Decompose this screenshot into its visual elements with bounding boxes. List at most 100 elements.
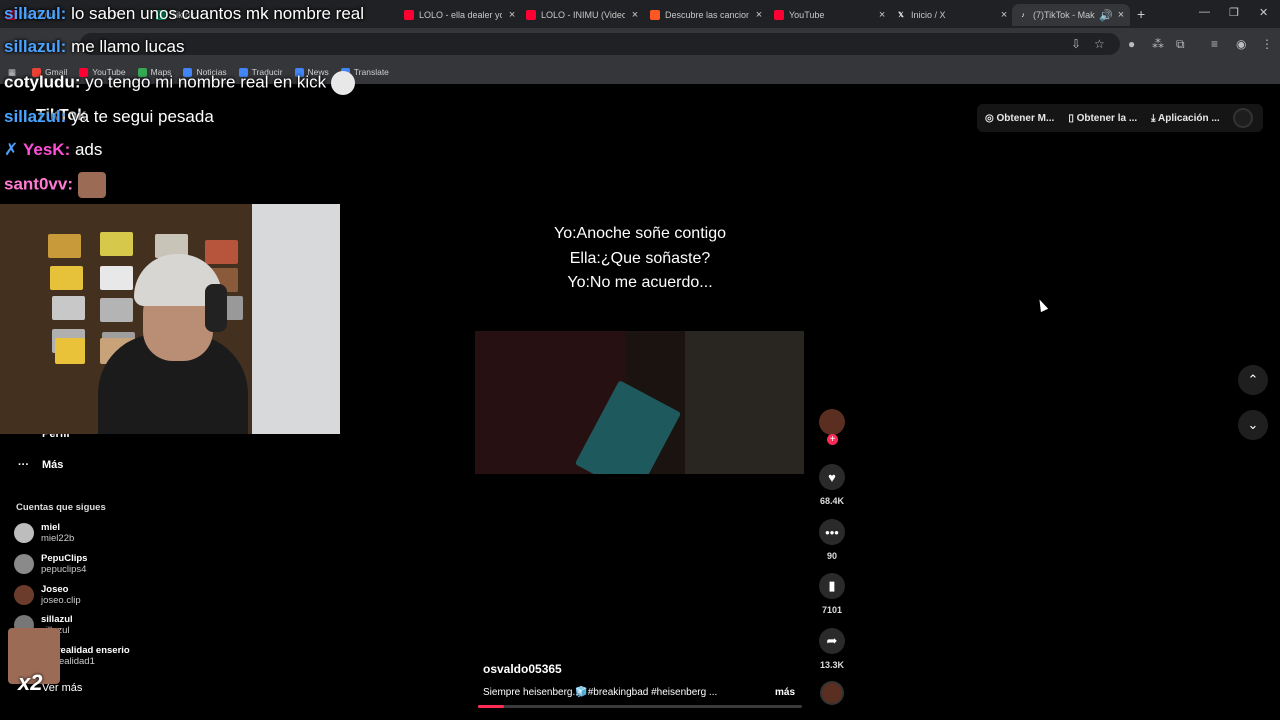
account-name: PepuClips bbox=[41, 553, 88, 564]
translate-extension-icon[interactable]: ⁂ bbox=[1152, 37, 1164, 51]
chat-username: YesK: bbox=[22, 140, 71, 159]
chat-username: sillazul: bbox=[4, 37, 67, 56]
desktop-app-button[interactable]: ⤓ Aplicación ... bbox=[1151, 113, 1220, 124]
share-icon[interactable]: ➦ bbox=[819, 628, 845, 654]
video-progress-fill bbox=[478, 705, 504, 708]
wall-poster bbox=[100, 232, 133, 256]
caption-line: Ella:¿Que soñaste? bbox=[569, 249, 711, 267]
browser-tab[interactable]: LOLO - INIMU (Video × bbox=[520, 4, 642, 26]
new-tab-button[interactable]: + bbox=[1137, 6, 1145, 22]
video-caption-overlay: Yo:Anoche soñe contigo Ella:¿Que soñaste… bbox=[480, 222, 800, 296]
creator-avatar[interactable] bbox=[819, 409, 845, 435]
video-player[interactable] bbox=[475, 331, 804, 474]
see-more-link[interactable]: más bbox=[775, 687, 795, 698]
window-close-icon[interactable]: ✕ bbox=[1259, 6, 1268, 19]
caption-line: Yo:No me acuerdo... bbox=[567, 274, 713, 291]
video-author[interactable]: osvaldo05365 bbox=[483, 662, 562, 676]
wall-poster bbox=[52, 296, 85, 320]
following-account[interactable]: Joseo joseo.clip bbox=[14, 584, 81, 606]
previous-video-button[interactable]: ⌃ bbox=[1238, 365, 1268, 395]
wall-poster bbox=[100, 298, 133, 322]
button-label: Obtener M... bbox=[996, 112, 1055, 124]
comment-icon[interactable]: ••• bbox=[819, 519, 845, 545]
tab-title: YouTube bbox=[789, 10, 825, 20]
tab-title: LOLO - INIMU (Video bbox=[541, 10, 625, 20]
minimize-icon[interactable]: — bbox=[1199, 6, 1210, 18]
chat-username: sant0vv: bbox=[4, 174, 73, 194]
puzzle-icon[interactable]: ⧉ bbox=[1176, 37, 1185, 52]
restore-icon[interactable]: ❐ bbox=[1229, 6, 1239, 19]
comment-action[interactable]: ••• 90 bbox=[818, 519, 846, 561]
streamer-webcam bbox=[0, 204, 340, 434]
get-coins-button[interactable]: ◎ Obtener M... bbox=[985, 113, 1054, 124]
browser-toolbar bbox=[0, 28, 1280, 60]
close-icon[interactable]: × bbox=[753, 9, 765, 21]
tab-title: Descubre las cancion bbox=[665, 10, 749, 20]
reading-list-icon[interactable]: ≡ bbox=[1211, 37, 1218, 51]
chat-text: ads bbox=[70, 140, 103, 159]
chat-message: cotyludu: yo tengo mi nombre real en kic… bbox=[4, 71, 355, 95]
install-app-icon[interactable]: ⇩ bbox=[1071, 37, 1081, 51]
bookmark-label: Translate bbox=[353, 67, 389, 77]
youtube-icon bbox=[774, 10, 784, 20]
browser-tab[interactable]: Descubre las cancion × bbox=[644, 4, 766, 26]
ellipsis-icon: ··· bbox=[18, 459, 29, 471]
like-action[interactable]: ♥ 68.4K bbox=[818, 464, 846, 506]
share-action[interactable]: ➦ 13.3K bbox=[818, 628, 846, 670]
chat-username: sillazul: bbox=[4, 107, 67, 126]
header-actions: ◎ Obtener M... ▯ Obtener la ... ⤓ Aplica… bbox=[977, 104, 1263, 132]
speaker-icon[interactable]: 🔊 bbox=[1099, 9, 1113, 22]
close-icon[interactable]: × bbox=[998, 9, 1010, 21]
browser-tab-active[interactable]: ♪ (7)TikTok - Make 🔊 × bbox=[1012, 4, 1130, 26]
close-icon[interactable]: × bbox=[1115, 9, 1127, 21]
chevron-down-icon: ⌄ bbox=[1247, 417, 1259, 432]
star-icon[interactable]: ☆ bbox=[1094, 37, 1105, 51]
close-icon[interactable]: × bbox=[506, 9, 518, 21]
account-name: sillazul bbox=[41, 614, 73, 625]
chevron-up-icon: ⌃ bbox=[1247, 372, 1259, 387]
close-icon[interactable]: × bbox=[629, 9, 641, 21]
follow-plus-icon[interactable]: + bbox=[827, 434, 838, 445]
chat-emote bbox=[330, 71, 355, 95]
sidebar-item-more[interactable]: ··· Más bbox=[18, 459, 63, 471]
heart-icon[interactable]: ♥ bbox=[819, 464, 845, 490]
tab-title: LOLO - ella dealer yo bbox=[419, 10, 503, 20]
following-account[interactable]: PepuClips pepuclips4 bbox=[14, 553, 87, 575]
chat-username: sillazul: bbox=[4, 4, 67, 23]
youtube-icon bbox=[526, 10, 536, 20]
video-description: Siempre heisenberg.🧊#breakingbad #heisen… bbox=[483, 687, 718, 698]
wall-poster bbox=[55, 338, 85, 364]
bookmark-icon[interactable]: ▮ bbox=[819, 573, 845, 599]
wall-poster bbox=[50, 266, 83, 290]
chat-text: me llamo lucas bbox=[66, 37, 185, 56]
webcam-background-door bbox=[252, 204, 340, 434]
following-account[interactable]: miel miel22b bbox=[14, 522, 74, 544]
comment-count: 90 bbox=[826, 551, 837, 561]
profile-avatar[interactable] bbox=[1233, 108, 1253, 128]
save-action[interactable]: ▮ 7101 bbox=[818, 573, 846, 615]
browser-tab[interactable]: LOLO - ella dealer yo × bbox=[398, 4, 518, 26]
browser-tab[interactable]: YouTube × bbox=[768, 4, 888, 26]
chat-text: yo tengo mi nombre real en kick bbox=[80, 72, 327, 92]
tab-title: (7)TikTok - Make bbox=[1033, 10, 1095, 20]
chat-text: lo saben unos cuantos mk nombre real bbox=[66, 4, 365, 23]
profile-avatar-icon[interactable]: ◉ bbox=[1236, 37, 1246, 51]
get-app-button[interactable]: ▯ Obtener la ... bbox=[1068, 113, 1137, 124]
address-bar[interactable] bbox=[80, 33, 1120, 55]
browser-tab[interactable]: 𝕏 Inicio / X × bbox=[890, 4, 1010, 26]
music-icon bbox=[650, 10, 660, 20]
close-icon[interactable]: × bbox=[876, 9, 888, 21]
chat-message: ✗ YesK: ads bbox=[4, 140, 102, 160]
chat-message: sillazul: lo saben unos cuantos mk nombr… bbox=[4, 4, 364, 24]
avatar bbox=[14, 585, 34, 605]
chat-emote bbox=[77, 172, 106, 198]
streamer-headset bbox=[205, 284, 227, 332]
chat-username: cotyludu: bbox=[4, 72, 81, 92]
music-disc-avatar[interactable] bbox=[820, 681, 844, 705]
video-progress-bar[interactable] bbox=[478, 705, 802, 708]
menu-kebab-icon[interactable]: ⋮ bbox=[1261, 37, 1273, 51]
wall-poster bbox=[205, 240, 238, 264]
chat-message: sillazul: me llamo lucas bbox=[4, 37, 184, 57]
next-video-button[interactable]: ⌄ bbox=[1238, 410, 1268, 440]
extension-icon[interactable]: ● bbox=[1128, 37, 1135, 51]
